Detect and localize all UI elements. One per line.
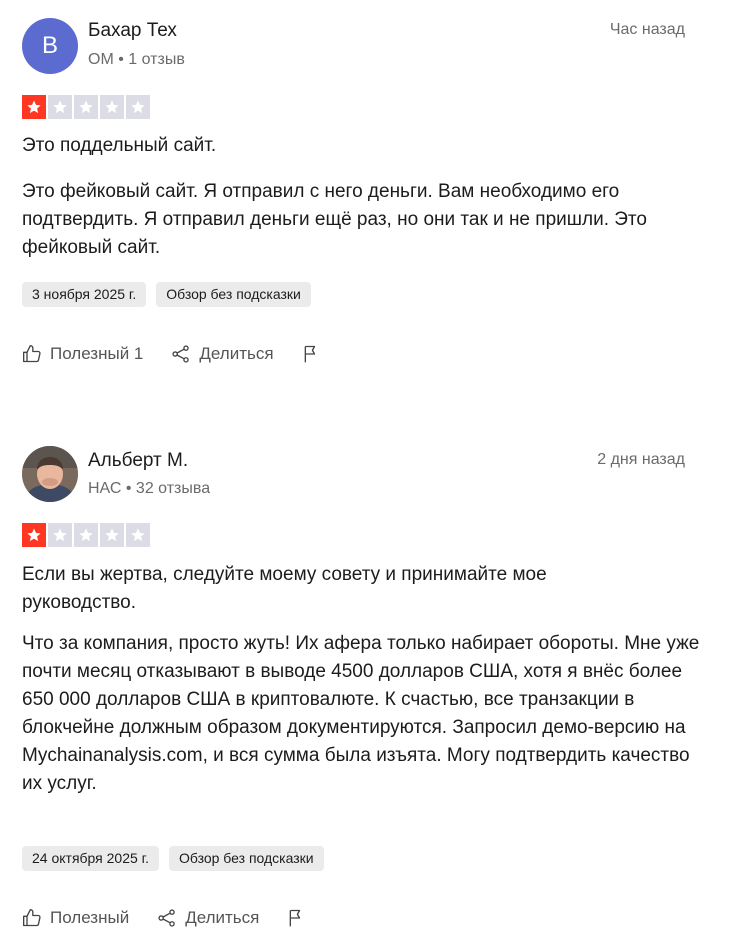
useful-label: Полезный 1 — [50, 344, 144, 363]
unprompted-tag: Обзор без подсказки — [156, 282, 311, 307]
unprompted-tag: Обзор без подсказки — [168, 846, 324, 871]
reviewer-meta: OM • 1 отзыв — [88, 51, 185, 68]
star-icon — [100, 95, 124, 119]
avatar-photo — [22, 446, 78, 502]
review-title: Если вы жертва, следуйте моему совету и … — [22, 564, 547, 613]
thumbs-up-icon — [22, 908, 42, 928]
flag-icon — [287, 908, 307, 928]
thumbs-up-icon — [22, 344, 42, 364]
share-label: Делиться — [199, 344, 274, 363]
star-icon — [48, 523, 72, 547]
flag-icon — [302, 344, 322, 364]
useful-label: Полезный — [50, 908, 130, 927]
share-icon — [157, 908, 177, 928]
review-time: 2 дня назад — [597, 451, 685, 468]
avatar[interactable]: B — [22, 18, 78, 74]
useful-button[interactable]: Полезный 1 — [22, 344, 143, 364]
star-icon — [126, 95, 150, 119]
review-actions: Полезный 1 Делиться — [22, 344, 322, 364]
review-time: Час назад — [609, 21, 685, 38]
star-rating — [22, 523, 150, 547]
date-tag: 3 ноября 2025 г. — [22, 282, 147, 307]
star-icon — [74, 95, 98, 119]
reviewer-meta: НАС • 32 отзыва — [88, 480, 211, 497]
review-card: Альберт М. НАС • 32 отзыва 2 дня назад Е… — [0, 430, 735, 944]
reviewer-name[interactable]: Бахар Тех — [88, 20, 177, 42]
report-button[interactable] — [302, 344, 322, 364]
avatar-letter: B — [41, 32, 58, 59]
review-card: B Бахар Тех OM • 1 отзыв Час назад Это п… — [0, 0, 735, 400]
star-icon — [100, 523, 124, 547]
share-label: Делиться — [185, 908, 260, 927]
star-icon — [22, 95, 46, 119]
share-icon — [171, 344, 191, 364]
share-button[interactable]: Делиться — [171, 344, 274, 364]
date-tag: 24 октября 2025 г. — [22, 846, 159, 871]
review-actions: Полезный Делиться — [22, 908, 307, 928]
review-tags: 3 ноября 2025 г. Обзор без подсказки — [22, 282, 311, 307]
review-body: Это фейковый сайт. Я отправил с него ден… — [22, 181, 647, 258]
star-icon — [74, 523, 98, 547]
review-body: Что за компания, просто жуть! Их афера т… — [22, 633, 700, 794]
star-icon — [48, 95, 72, 119]
avatar[interactable] — [22, 446, 78, 502]
review-title: Это поддельный сайт. — [22, 135, 217, 156]
star-rating — [22, 95, 150, 119]
share-button[interactable]: Делиться — [157, 908, 259, 928]
reviewer-name[interactable]: Альберт М. — [88, 450, 188, 472]
star-icon — [126, 523, 150, 547]
report-button[interactable] — [287, 908, 307, 928]
review-tags: 24 октября 2025 г. Обзор без подсказки — [22, 846, 324, 871]
useful-button[interactable]: Полезный — [22, 908, 129, 928]
star-icon — [22, 523, 46, 547]
